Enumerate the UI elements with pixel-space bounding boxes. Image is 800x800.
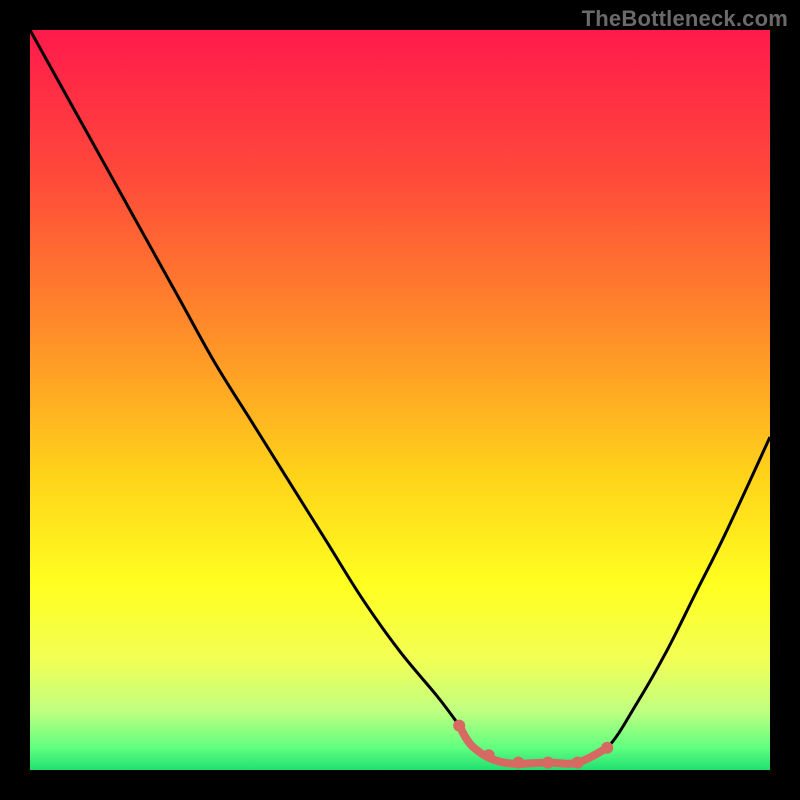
highlight-dot: [572, 757, 584, 769]
highlight-dot: [483, 749, 495, 761]
highlight-dot: [512, 757, 524, 769]
chart-container: TheBottleneck.com: [0, 0, 800, 800]
highlight-dot: [542, 757, 554, 769]
highlight-dot: [453, 720, 465, 732]
plot-area: [30, 30, 770, 770]
chart-svg: [30, 30, 770, 770]
highlight-dot: [601, 742, 613, 754]
gradient-background: [30, 30, 770, 770]
attribution-text: TheBottleneck.com: [582, 6, 788, 32]
